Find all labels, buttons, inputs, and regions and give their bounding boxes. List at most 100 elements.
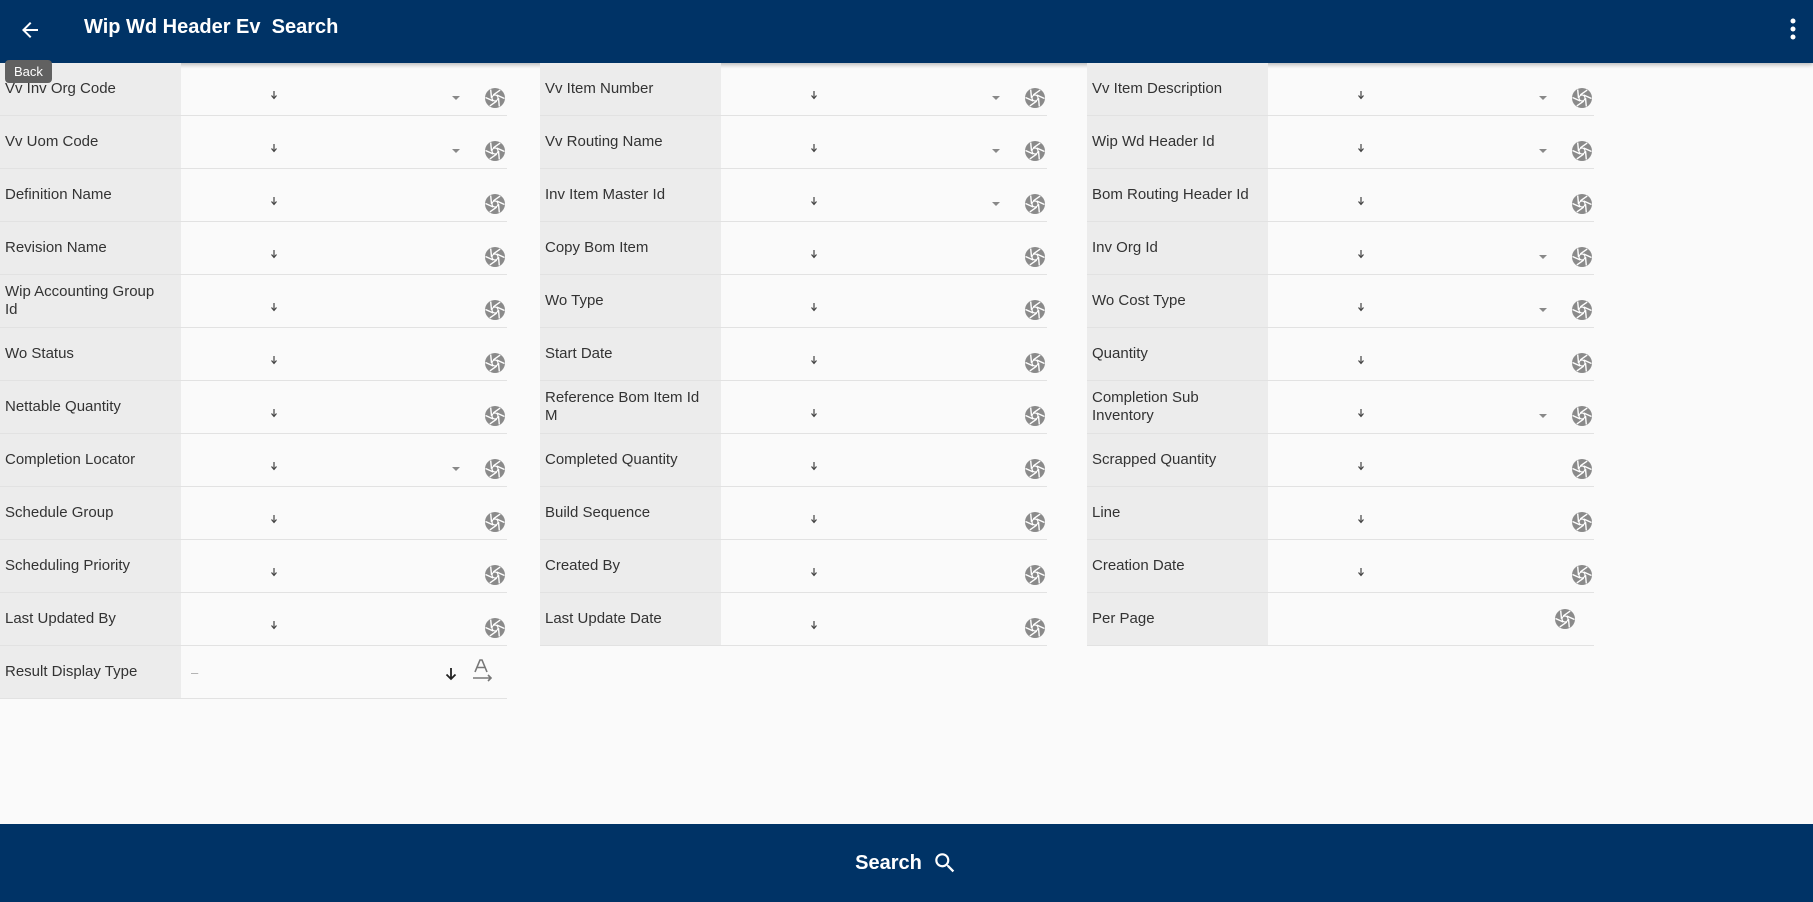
operator-arrow-icon[interactable] bbox=[270, 511, 278, 524]
aperture-icon[interactable] bbox=[484, 140, 506, 162]
aperture-icon[interactable] bbox=[1571, 511, 1593, 533]
aperture-icon[interactable] bbox=[1571, 352, 1593, 374]
field-input[interactable] bbox=[721, 434, 1047, 486]
field-input[interactable] bbox=[181, 540, 507, 592]
aperture-icon[interactable] bbox=[1024, 140, 1046, 162]
field-input[interactable] bbox=[1268, 540, 1594, 592]
field-input[interactable] bbox=[181, 487, 507, 539]
field-input[interactable] bbox=[181, 63, 507, 115]
dropdown-caret-icon[interactable] bbox=[452, 149, 460, 153]
aperture-icon[interactable] bbox=[1024, 564, 1046, 586]
operator-arrow-icon[interactable] bbox=[1357, 564, 1365, 577]
aperture-icon[interactable] bbox=[484, 299, 506, 321]
aperture-icon[interactable] bbox=[1571, 140, 1593, 162]
field-input[interactable] bbox=[181, 275, 507, 327]
operator-arrow-icon[interactable] bbox=[270, 246, 278, 259]
field-input[interactable] bbox=[721, 540, 1047, 592]
field-input[interactable] bbox=[1268, 381, 1594, 433]
field-input[interactable] bbox=[721, 487, 1047, 539]
aperture-icon[interactable] bbox=[1024, 246, 1046, 268]
field-input[interactable] bbox=[721, 169, 1047, 221]
operator-arrow-icon[interactable] bbox=[270, 140, 278, 153]
aperture-icon[interactable] bbox=[1554, 608, 1576, 630]
field-input[interactable] bbox=[721, 328, 1047, 380]
aperture-icon[interactable] bbox=[1571, 299, 1593, 321]
operator-arrow-icon[interactable] bbox=[810, 140, 818, 153]
result-display-type-select[interactable]: – bbox=[181, 646, 507, 698]
field-input[interactable] bbox=[181, 593, 507, 645]
field-input[interactable] bbox=[181, 169, 507, 221]
aperture-icon[interactable] bbox=[1571, 87, 1593, 109]
aperture-icon[interactable] bbox=[484, 246, 506, 268]
operator-arrow-icon[interactable] bbox=[270, 458, 278, 471]
dropdown-caret-icon[interactable] bbox=[452, 96, 460, 100]
dropdown-caret-icon[interactable] bbox=[1539, 255, 1547, 259]
operator-arrow-icon[interactable] bbox=[810, 87, 818, 100]
field-input[interactable] bbox=[721, 222, 1047, 274]
aperture-icon[interactable] bbox=[484, 511, 506, 533]
field-input[interactable] bbox=[181, 116, 507, 168]
operator-arrow-icon[interactable] bbox=[270, 193, 278, 206]
aperture-icon[interactable] bbox=[1571, 564, 1593, 586]
operator-arrow-icon[interactable] bbox=[1357, 352, 1365, 365]
operator-arrow-icon[interactable] bbox=[810, 246, 818, 259]
aperture-icon[interactable] bbox=[1024, 617, 1046, 639]
field-input[interactable] bbox=[181, 222, 507, 274]
aperture-icon[interactable] bbox=[1024, 352, 1046, 374]
field-input[interactable] bbox=[1268, 434, 1594, 486]
dropdown-caret-icon[interactable] bbox=[1539, 414, 1547, 418]
dropdown-caret-icon[interactable] bbox=[992, 96, 1000, 100]
field-input[interactable] bbox=[721, 381, 1047, 433]
operator-arrow-icon[interactable] bbox=[270, 617, 278, 630]
field-input[interactable] bbox=[1268, 116, 1594, 168]
field-input[interactable] bbox=[721, 275, 1047, 327]
field-input[interactable] bbox=[1268, 222, 1594, 274]
field-input[interactable] bbox=[721, 63, 1047, 115]
operator-arrow-icon[interactable] bbox=[1357, 246, 1365, 259]
aperture-icon[interactable] bbox=[1024, 458, 1046, 480]
operator-arrow-icon[interactable] bbox=[810, 352, 818, 365]
dropdown-caret-icon[interactable] bbox=[1539, 308, 1547, 312]
field-input[interactable] bbox=[181, 434, 507, 486]
aperture-icon[interactable] bbox=[1571, 193, 1593, 215]
operator-arrow-icon[interactable] bbox=[1357, 458, 1365, 471]
aperture-icon[interactable] bbox=[1571, 246, 1593, 268]
aperture-icon[interactable] bbox=[1024, 87, 1046, 109]
field-input[interactable] bbox=[1268, 169, 1594, 221]
aperture-icon[interactable] bbox=[1024, 511, 1046, 533]
dropdown-caret-icon[interactable] bbox=[992, 202, 1000, 206]
operator-arrow-icon[interactable] bbox=[810, 299, 818, 312]
field-input[interactable] bbox=[1268, 487, 1594, 539]
field-input[interactable] bbox=[1268, 275, 1594, 327]
operator-arrow-icon[interactable] bbox=[810, 511, 818, 524]
text-format-icon[interactable] bbox=[471, 658, 495, 684]
operator-arrow-icon[interactable] bbox=[1357, 299, 1365, 312]
aperture-icon[interactable] bbox=[1024, 299, 1046, 321]
dropdown-caret-icon[interactable] bbox=[992, 149, 1000, 153]
dropdown-caret-icon[interactable] bbox=[452, 467, 460, 471]
field-input[interactable] bbox=[181, 381, 507, 433]
aperture-icon[interactable] bbox=[484, 458, 506, 480]
dropdown-caret-icon[interactable] bbox=[1539, 149, 1547, 153]
operator-arrow-icon[interactable] bbox=[270, 352, 278, 365]
aperture-icon[interactable] bbox=[484, 352, 506, 374]
aperture-icon[interactable] bbox=[484, 87, 506, 109]
aperture-icon[interactable] bbox=[484, 193, 506, 215]
field-input[interactable] bbox=[181, 328, 507, 380]
operator-arrow-icon[interactable] bbox=[270, 564, 278, 577]
operator-arrow-icon[interactable] bbox=[810, 617, 818, 630]
field-input[interactable] bbox=[1268, 328, 1594, 380]
per-page-input[interactable] bbox=[1268, 593, 1594, 645]
operator-arrow-icon[interactable] bbox=[270, 87, 278, 100]
aperture-icon[interactable] bbox=[1024, 405, 1046, 427]
aperture-icon[interactable] bbox=[1024, 193, 1046, 215]
operator-arrow-icon[interactable] bbox=[810, 458, 818, 471]
more-options-button[interactable] bbox=[1783, 14, 1803, 44]
operator-arrow-icon[interactable] bbox=[1357, 405, 1365, 418]
operator-arrow-icon[interactable] bbox=[270, 299, 278, 312]
aperture-icon[interactable] bbox=[1571, 458, 1593, 480]
arrow-down-icon[interactable] bbox=[444, 666, 458, 682]
operator-arrow-icon[interactable] bbox=[810, 193, 818, 206]
aperture-icon[interactable] bbox=[484, 564, 506, 586]
aperture-icon[interactable] bbox=[484, 405, 506, 427]
